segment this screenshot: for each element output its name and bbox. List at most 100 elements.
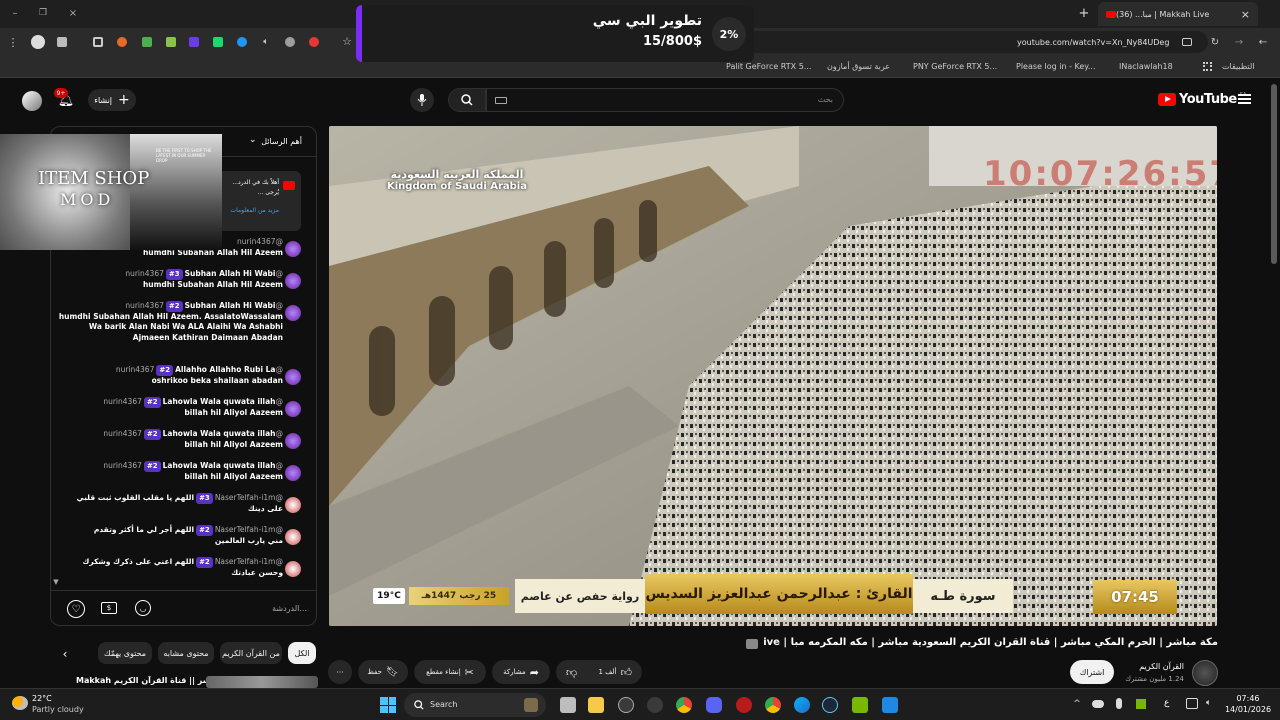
search-button[interactable] (448, 88, 486, 112)
channel-name[interactable]: القرآن الكريم (1104, 662, 1184, 671)
like-button[interactable]: 1 ألف 👍︎ (598, 666, 632, 679)
chat-author-avatar[interactable] (285, 433, 301, 449)
chat-author-avatar[interactable] (285, 561, 301, 577)
super-chat-icon[interactable]: $ (101, 602, 117, 614)
volume-icon[interactable]: 🔈︎ (1206, 698, 1216, 709)
weather-temp[interactable]: 22°C (32, 694, 52, 703)
chrome-profile-icon[interactable] (765, 697, 781, 713)
tray-chevron-icon[interactable]: ^ (1072, 697, 1082, 711)
tab-youtube[interactable]: × Makkah Live | مبا... (36) (1098, 2, 1258, 26)
clock-date[interactable]: 14/01/2026 (1222, 705, 1274, 714)
profile-icon[interactable] (31, 35, 45, 49)
bookmark-amazon[interactable]: عربة تسوق أمازون (827, 62, 890, 71)
clip-button[interactable]: إنشاء مقطع ✂ (414, 660, 486, 684)
chips-prev-icon[interactable]: ‹ (58, 646, 72, 662)
keyboard-icon[interactable] (495, 97, 507, 104)
search-input[interactable]: بحث (486, 88, 844, 112)
more-actions-button[interactable]: ··· (328, 660, 352, 684)
channel-avatar[interactable] (1192, 660, 1218, 686)
chat-author-avatar[interactable] (285, 497, 301, 513)
chip-for-you[interactable]: محتوى يهمّك (98, 642, 152, 664)
chat-author[interactable]: @NaserTelfah-i1m (215, 557, 283, 566)
chat-author[interactable]: @nurin4367 (237, 237, 283, 246)
site-settings-icon[interactable] (1182, 38, 1192, 46)
chat-input[interactable]: الدردشة... (167, 599, 307, 619)
chevron-down-icon[interactable]: ⌄ (249, 135, 257, 145)
reload-icon[interactable]: ↻ (1209, 35, 1221, 49)
url-text[interactable]: youtube.com/watch?v=Xn_Ny84UDeg (1017, 38, 1169, 47)
youtube-logo[interactable]: YouTube SA (1158, 92, 1246, 107)
extension-grid-icon[interactable] (142, 37, 152, 47)
extension-green-icon[interactable] (166, 37, 176, 47)
app-red-icon[interactable] (736, 697, 752, 713)
bookmark-palit[interactable]: Palit GeForce RTX 5... (726, 62, 811, 71)
window-close-icon[interactable]: × (66, 6, 80, 20)
extension-icon[interactable] (57, 37, 67, 47)
pinned-message[interactable]: أهلاً بك في الدرد... يُرجى ... مزيد من ا… (217, 171, 301, 231)
scrollbar[interactable] (1271, 84, 1277, 264)
clock-time[interactable]: 07:46 (1226, 694, 1270, 703)
kick-icon[interactable] (213, 37, 223, 47)
window-minimize-icon[interactable]: – (8, 6, 22, 20)
chrome-icon[interactable] (676, 697, 692, 713)
chip-all[interactable]: الكل (288, 642, 316, 664)
new-tab-button[interactable]: + (1076, 5, 1092, 21)
share-button[interactable]: مشاركة ➦ (492, 660, 550, 684)
bookmark-star-icon[interactable]: ☆ (341, 34, 353, 48)
steam-icon[interactable] (822, 697, 838, 713)
chat-author-avatar[interactable] (285, 465, 301, 481)
speaker-icon[interactable]: 🔈︎ (260, 35, 272, 49)
back-icon[interactable]: ← (1257, 35, 1269, 49)
voice-search-button[interactable] (410, 88, 434, 112)
save-button[interactable]: حفظ 🔖︎ (358, 660, 408, 684)
mic-tray-icon[interactable] (1116, 698, 1122, 709)
language-indicator[interactable]: ع (1164, 698, 1169, 708)
window-restore-icon[interactable]: ❐ (36, 6, 50, 20)
bookmark-pny[interactable]: PNY GeForce RTX 5... (913, 62, 997, 71)
extension-avatar-icon[interactable] (285, 37, 295, 47)
settings-gear-icon[interactable] (647, 697, 663, 713)
chat-author-avatar[interactable] (285, 529, 301, 545)
weather-desc[interactable]: Partly cloudy (32, 705, 84, 714)
app-blue-icon[interactable] (882, 697, 898, 713)
nvidia-tray-icon[interactable] (1136, 699, 1146, 709)
forward-icon[interactable]: → (1233, 35, 1245, 49)
chip-similar[interactable]: محتوى مشابه (158, 642, 214, 664)
nvidia-icon[interactable] (852, 697, 868, 713)
task-view-icon[interactable] (560, 697, 576, 713)
create-button[interactable]: إنشاء + (88, 89, 136, 111)
video-player[interactable]: المملكة العربية السعودية Kingdom of Saud… (329, 126, 1217, 626)
extension-blue-icon[interactable] (237, 37, 247, 47)
chat-author-avatar[interactable] (285, 369, 301, 385)
extension-orange-icon[interactable] (117, 37, 127, 47)
heart-icon[interactable]: ♡ (67, 600, 85, 618)
network-icon[interactable] (1186, 698, 1198, 709)
bookmark-inaclawlah[interactable]: INaclawlah18 (1119, 62, 1173, 71)
subscribe-button[interactable]: اشتراك (1070, 660, 1114, 684)
scroll-down-arrow-icon[interactable]: ▼ (51, 577, 61, 587)
edge-icon[interactable] (794, 697, 810, 713)
hamburger-menu-icon[interactable] (1238, 94, 1251, 104)
pinned-more-link[interactable]: مزيد من المعلومات (230, 207, 279, 214)
onedrive-icon[interactable] (1092, 700, 1104, 708)
chip-quran[interactable]: من القرآن الكريم (220, 642, 282, 664)
next-video-item[interactable]: بث مباشر || قناة القرآن الكريم Makkah (76, 676, 318, 688)
bookmark-keyauth[interactable]: Please log in - Key... (1016, 62, 1096, 71)
chat-author-avatar[interactable] (285, 273, 301, 289)
avatar[interactable] (22, 91, 42, 111)
tab-close-icon[interactable]: × (1241, 8, 1250, 21)
extension-purple-icon[interactable] (189, 37, 199, 47)
file-explorer-icon[interactable] (588, 697, 604, 713)
chat-author-avatar[interactable] (285, 401, 301, 417)
chat-author-avatar[interactable] (285, 305, 301, 321)
windows-start-icon[interactable] (380, 697, 396, 713)
bookmark-apps[interactable]: التطبيقات (1222, 62, 1254, 71)
extension-red-icon[interactable] (309, 37, 319, 47)
puzzle-icon[interactable] (93, 37, 103, 47)
dislike-icon[interactable]: 👎︎ (566, 666, 577, 679)
menu-dots-icon[interactable]: ⋮ (8, 35, 19, 49)
discord-icon[interactable] (706, 697, 722, 713)
taskbar-search[interactable]: Search (404, 693, 546, 717)
xbox-icon[interactable] (618, 697, 634, 713)
emoji-icon[interactable]: ◡ (135, 600, 151, 616)
